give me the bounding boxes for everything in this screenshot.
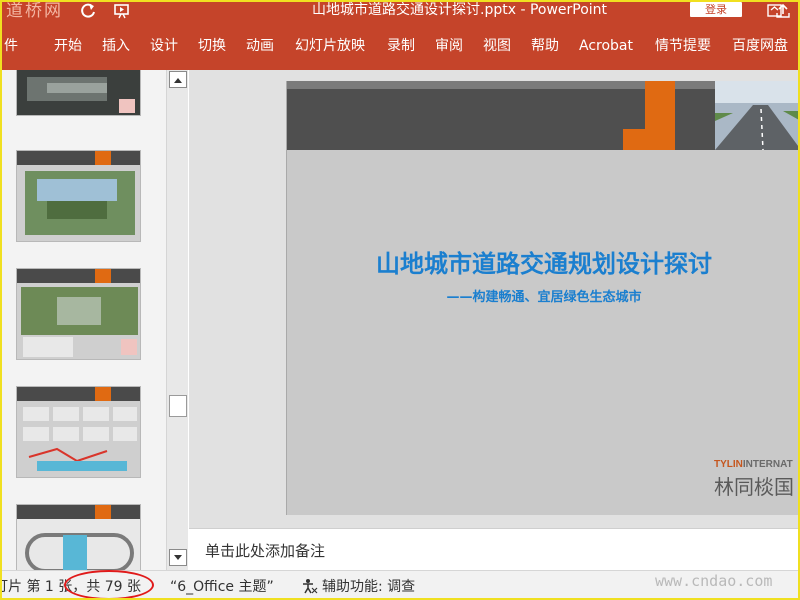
tab-transitions[interactable]: 切换 [198, 36, 226, 56]
tab-home[interactable]: 开始 [54, 36, 82, 56]
slide-thumbnail[interactable] [16, 70, 141, 116]
present-from-start-icon[interactable] [112, 2, 132, 20]
tab-baidu-netdisk[interactable]: 百度网盘 [732, 36, 788, 56]
slide-editor: 山地城市道路交通规划设计探讨 ——构建畅通、宜居绿色生态城市 TYLININTE… [189, 70, 800, 528]
scroll-down-icon[interactable] [169, 549, 187, 566]
redo-icon[interactable] [78, 2, 98, 20]
accessibility-status[interactable]: 辅助功能: 调查 [322, 576, 415, 596]
site-logo: 道桥网 [6, 1, 63, 21]
tab-file[interactable]: 件 [4, 36, 18, 56]
tab-help[interactable]: 帮助 [531, 36, 559, 56]
login-button[interactable]: 登录 [690, 2, 742, 17]
scroll-up-icon[interactable] [169, 71, 187, 88]
company-logo-cn: 林同棪国 [714, 475, 794, 499]
notes-placeholder[interactable]: 单击此处添加备注 [205, 540, 325, 561]
slide-thumbnail-pane [0, 70, 166, 570]
tab-design[interactable]: 设计 [150, 36, 178, 56]
tab-view[interactable]: 视图 [483, 36, 511, 56]
logo-en-part-b: INTERNAT [742, 459, 793, 470]
share-icon[interactable] [774, 2, 792, 20]
header-road-image [623, 81, 800, 150]
tab-insert[interactable]: 插入 [102, 36, 130, 56]
ribbon-tab-bar: 件 开始 插入 设计 切换 动画 幻灯片放映 录制 审阅 视图 帮助 Acrob… [0, 3, 800, 70]
highlight-annotation [64, 570, 154, 600]
title-bar: 道桥网 山地城市道路交通设计探讨.pptx - PowerPoint 登录 [0, 0, 800, 22]
slide-thumbnail[interactable] [16, 504, 141, 570]
current-slide[interactable]: 山地城市道路交通规划设计探讨 ——构建畅通、宜居绿色生态城市 TYLININTE… [286, 81, 800, 515]
tab-review[interactable]: 审阅 [435, 36, 463, 56]
slide-title[interactable]: 山地城市道路交通规划设计探讨 [287, 244, 800, 279]
accessibility-icon[interactable] [300, 578, 318, 598]
tab-slideshow[interactable]: 幻灯片放映 [295, 36, 365, 56]
slide-thumbnail[interactable] [16, 150, 141, 242]
tab-animations[interactable]: 动画 [246, 36, 274, 56]
slide-thumbnail[interactable] [16, 386, 141, 478]
document-title: 山地城市道路交通设计探讨.pptx - PowerPoint [312, 2, 608, 18]
theme-name: “6_Office 主题” [170, 579, 274, 595]
scroll-thumb[interactable] [169, 395, 187, 417]
watermark: www.cndao.com [655, 572, 773, 590]
tab-record[interactable]: 录制 [387, 36, 415, 56]
logo-en-part-a: TYLIN [714, 459, 743, 470]
slide-subtitle[interactable]: ——构建畅通、宜居绿色生态城市 [287, 286, 800, 305]
slide-thumbnail[interactable] [16, 268, 141, 360]
tab-acrobat[interactable]: Acrobat [579, 36, 633, 56]
notes-pane[interactable]: 单击此处添加备注 [189, 528, 800, 570]
thumbnail-scrollbar[interactable] [166, 70, 188, 570]
company-logo-en: TYLININTERNAT [714, 459, 793, 470]
tab-storyboard[interactable]: 情节提要 [655, 36, 711, 56]
